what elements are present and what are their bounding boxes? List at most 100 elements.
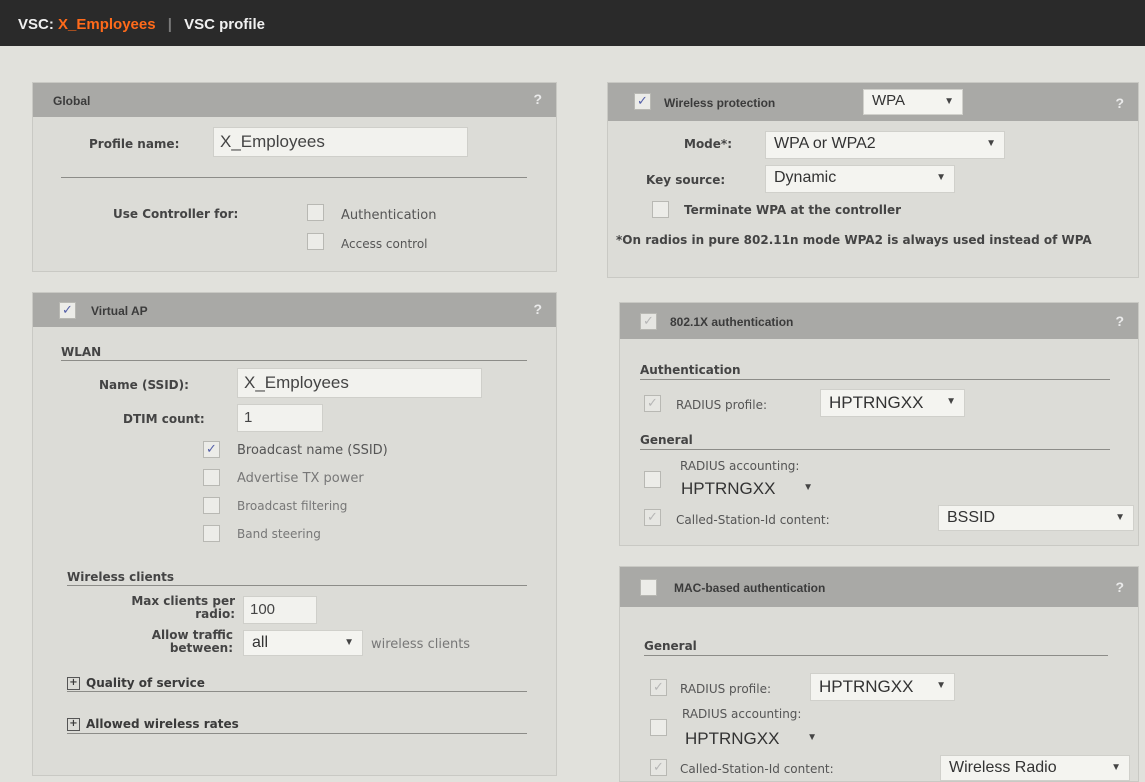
advertise-tx-label: Advertise TX power [237,471,364,486]
broadcast-ssid-label: Broadcast name (SSID) [237,443,388,458]
terminate-wpa-label: Terminate WPA at the controller [684,203,902,217]
mac-auth-general-section-title: General [644,639,697,653]
dot1x-radius-profile-value: HPTRNGXX [829,393,924,412]
key-source-select[interactable]: Dynamic ▼ [765,165,955,193]
help-icon[interactable]: ? [1115,95,1124,111]
mac-auth-panel: MAC-based authentication ? General ✓ RAD… [619,566,1139,782]
page-title: VSC: X_Employees | VSC profile [18,16,265,33]
dtim-input[interactable]: 1 [237,404,323,432]
help-icon[interactable]: ? [533,301,542,317]
wireless-protection-checkbox[interactable]: ✓ [634,93,651,110]
dot1x-radius-accounting-checkbox[interactable] [644,471,661,488]
mode-select[interactable]: WPA or WPA2 ▼ [765,131,1005,159]
mac-auth-radius-accounting-select[interactable]: HPTRNGXX ▼ [676,725,826,751]
dot1x-panel: ✓ 802.1X authentication ? Authentication… [619,302,1139,546]
mac-auth-radius-profile-checkbox[interactable]: ✓ [650,679,667,696]
advertise-tx-checkbox[interactable] [203,469,220,486]
mac-auth-general-divider [644,655,1108,656]
mac-auth-called-station-checkbox[interactable]: ✓ [650,759,667,776]
dot1x-title: 802.1X authentication [670,315,794,329]
wireless-protection-type-select[interactable]: WPA ▼ [863,89,963,115]
ssid-label: Name (SSID): [99,378,189,392]
max-clients-label: Max clients per radio: [85,595,235,621]
allowed-rates-toggle[interactable]: + Allowed wireless rates [67,717,239,731]
dot1x-called-station-checkbox[interactable]: ✓ [644,509,661,526]
mac-auth-radius-profile-select[interactable]: HPTRNGXX ▼ [810,673,955,701]
dot1x-radius-accounting-label: RADIUS accounting: [680,459,800,473]
virtual-ap-header: ✓ Virtual AP ? [33,293,556,327]
title-bar: VSC: X_Employees | VSC profile [0,0,1145,46]
dot1x-called-station-label: Called-Station-Id content: [676,513,830,527]
vsc-profile-page: Global ? Profile name: X_Employees Use C… [0,46,1145,782]
dot1x-radius-accounting-select[interactable]: HPTRNGXX ▼ [672,475,822,501]
dot1x-checkbox[interactable]: ✓ [640,313,657,330]
ssid-input[interactable]: X_Employees [237,368,482,398]
dot1x-radius-profile-checkbox[interactable]: ✓ [644,395,661,412]
band-steering-checkbox[interactable] [203,525,220,542]
authentication-checkbox[interactable] [307,204,324,221]
chevron-down-icon: ▼ [986,138,996,149]
global-panel: Global ? Profile name: X_Employees Use C… [32,82,557,272]
mac-auth-title: MAC-based authentication [674,581,826,595]
quality-of-service-label: Quality of service [86,676,205,690]
mac-auth-radius-accounting-label: RADIUS accounting: [682,707,802,721]
dot1x-called-station-value: BSSID [947,509,996,526]
quality-of-service-toggle[interactable]: + Quality of service [67,676,205,690]
dtim-label: DTIM count: [123,412,205,426]
allowed-rates-label: Allowed wireless rates [86,717,239,731]
use-controller-label: Use Controller for: [113,207,239,221]
help-icon[interactable]: ? [1115,579,1124,595]
rates-divider [67,733,527,734]
virtual-ap-checkbox[interactable]: ✓ [59,302,76,319]
virtual-ap-title: Virtual AP [91,304,148,318]
wlan-section-title: WLAN [61,345,102,359]
max-clients-label-line2: radio: [195,607,235,621]
mac-auth-called-station-select[interactable]: Wireless Radio ▼ [940,755,1130,781]
global-title: Global [53,94,91,108]
vsc-name-link[interactable]: X_Employees [58,16,156,33]
chevron-down-icon: ▼ [1115,512,1125,523]
wireless-protection-header: ✓ Wireless protection WPA ▼ ? [608,83,1138,121]
mac-auth-header: MAC-based authentication ? [620,567,1138,607]
wireless-clients-section-title: Wireless clients [67,570,175,584]
chevron-down-icon: ▼ [1111,762,1121,773]
broadcast-filtering-checkbox[interactable] [203,497,220,514]
mac-auth-called-station-value: Wireless Radio [949,759,1057,776]
dot1x-general-section-title: General [640,433,693,447]
dot1x-auth-section-title: Authentication [640,363,741,377]
broadcast-ssid-checkbox[interactable]: ✓ [203,441,220,458]
dot1x-radius-profile-label: RADIUS profile: [676,398,768,412]
chevron-down-icon: ▼ [946,396,956,407]
max-clients-label-line1: Max clients per [131,594,235,608]
help-icon[interactable]: ? [1115,313,1124,329]
mac-auth-radius-accounting-checkbox[interactable] [650,719,667,736]
band-steering-label: Band steering [237,527,321,541]
wireless-protection-type-value: WPA [872,92,906,109]
access-control-checkbox[interactable] [307,233,324,250]
mac-auth-radius-profile-label: RADIUS profile: [680,682,772,696]
max-clients-input[interactable]: 100 [243,596,317,624]
allow-traffic-value: all [252,634,269,651]
dot1x-called-station-select[interactable]: BSSID ▼ [938,505,1134,531]
profile-name-input[interactable]: X_Employees [213,127,468,157]
chevron-down-icon: ▼ [936,680,946,691]
mac-auth-checkbox[interactable] [640,579,657,596]
title-page: VSC profile [184,16,265,33]
key-source-value: Dynamic [774,169,837,186]
key-source-label: Key source: [646,173,726,187]
chevron-down-icon: ▼ [803,482,813,493]
title-separator: | [167,16,172,33]
wireless-clients-suffix: wireless clients [371,637,471,652]
mode-label: Mode*: [684,137,732,151]
help-icon[interactable]: ? [533,91,542,107]
wlan-divider [61,360,527,361]
expand-icon: + [67,677,80,690]
wireless-protection-title: Wireless protection [664,96,776,110]
terminate-wpa-checkbox[interactable] [652,201,669,218]
authentication-label: Authentication [341,208,437,223]
dot1x-radius-profile-select[interactable]: HPTRNGXX ▼ [820,389,965,417]
mac-auth-radius-profile-value: HPTRNGXX [819,677,914,696]
allow-traffic-select[interactable]: all ▼ [243,630,363,656]
broadcast-filtering-label: Broadcast filtering [237,499,348,513]
wireless-clients-divider [67,585,527,586]
